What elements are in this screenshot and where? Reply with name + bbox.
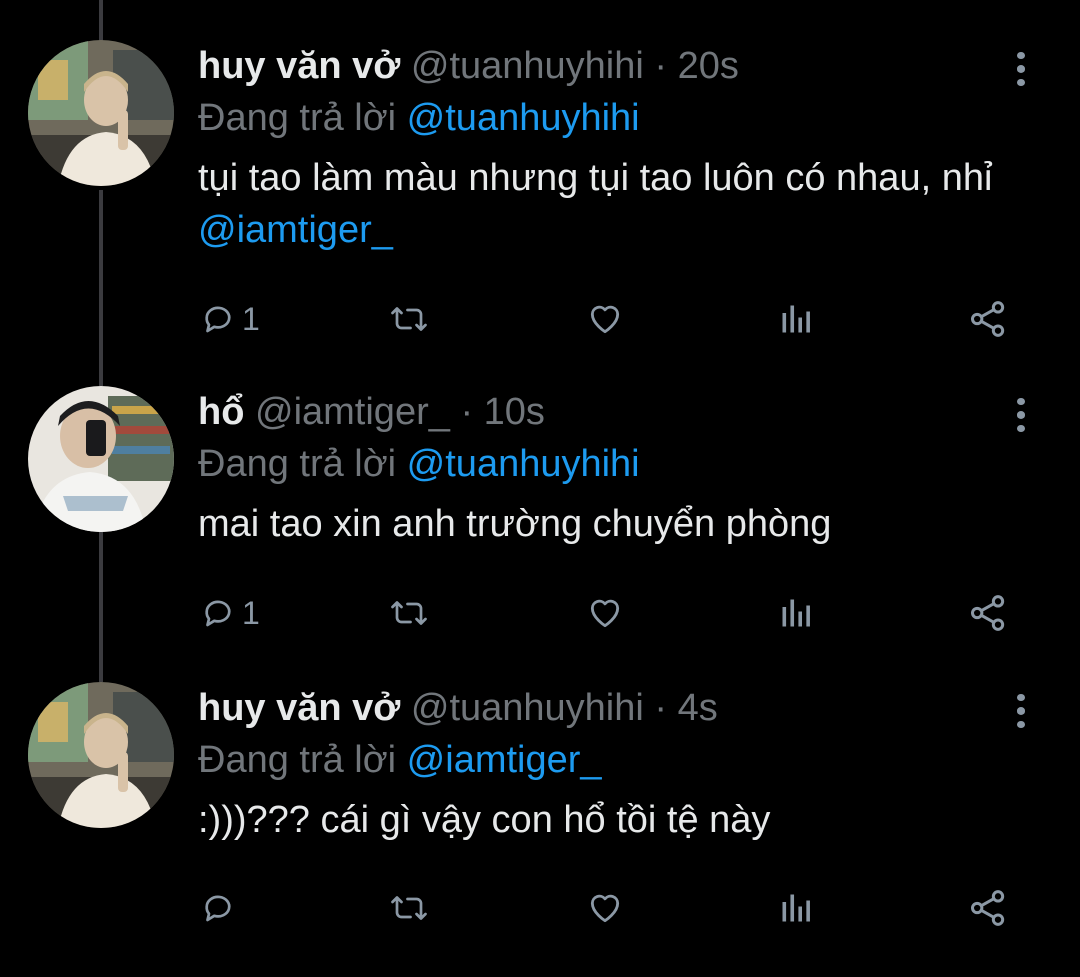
analytics-button[interactable]: [778, 883, 814, 933]
reply-icon: [205, 600, 231, 627]
tweet-text-body: mai tao xin anh trường chuyển phòng: [198, 503, 832, 545]
reply-icon: [205, 895, 231, 922]
display-name[interactable]: hổ: [198, 391, 244, 433]
reply-count: 1: [242, 594, 260, 631]
reply-prefix: Đang trả lời: [198, 443, 397, 485]
like-button[interactable]: [585, 883, 625, 933]
like-button[interactable]: [585, 588, 625, 638]
share-icon: [971, 595, 1005, 631]
timestamp[interactable]: · 20s: [654, 45, 738, 87]
retweet-icon: [391, 896, 427, 920]
reply-button[interactable]: [200, 883, 242, 933]
display-name[interactable]: huy văn vở: [198, 687, 400, 729]
timestamp[interactable]: · 4s: [654, 687, 717, 729]
tweet[interactable]: hổ @iamtiger_ · 10s Đang trả lời @tuanhu…: [0, 386, 1080, 681]
action-bar: 1: [0, 294, 1080, 344]
action-bar: [0, 883, 1080, 933]
reply-icon: [205, 306, 231, 333]
more-options-icon[interactable]: [1004, 694, 1038, 728]
retweet-button[interactable]: [387, 294, 431, 344]
tweet-header: huy văn vở @tuanhuyhihi · 20s: [198, 44, 990, 88]
more-options-icon[interactable]: [1004, 52, 1038, 86]
reply-to-mention[interactable]: @iamtiger_: [407, 739, 602, 781]
retweet-button[interactable]: [387, 588, 431, 638]
reply-context: Đang trả lời @iamtiger_: [198, 738, 602, 782]
reply-to-mention[interactable]: @tuanhuyhihi: [407, 443, 640, 485]
like-icon: [590, 305, 620, 334]
tweet-text-body: :)))??? cái gì vậy con hổ tồi tệ này: [198, 799, 771, 841]
tweet-text: tụi tao làm màu nhưng tụi tao luôn có nh…: [198, 152, 1048, 256]
analytics-button[interactable]: [778, 294, 814, 344]
share-button[interactable]: [968, 883, 1008, 933]
tweet-text: :)))??? cái gì vậy con hổ tồi tệ này: [198, 794, 1048, 846]
retweet-icon: [391, 601, 427, 625]
reply-context: Đang trả lời @tuanhuyhihi: [198, 442, 640, 486]
share-button[interactable]: [968, 294, 1008, 344]
like-button[interactable]: [585, 294, 625, 344]
reply-button[interactable]: 1: [200, 294, 260, 344]
share-button[interactable]: [968, 588, 1008, 638]
reply-count: 1: [242, 300, 260, 337]
like-icon: [590, 599, 620, 628]
tweet-text-mention[interactable]: @iamtiger_: [198, 209, 393, 251]
handle[interactable]: @iamtiger_: [255, 391, 450, 433]
share-icon: [971, 301, 1005, 337]
analytics-button[interactable]: [778, 588, 814, 638]
handle[interactable]: @tuanhuyhihi: [411, 45, 644, 87]
reply-prefix: Đang trả lời: [198, 739, 397, 781]
avatar[interactable]: [28, 386, 174, 532]
tweet-text-body: tụi tao làm màu nhưng tụi tao luôn có nh…: [198, 157, 993, 199]
tweet[interactable]: huy văn vở @tuanhuyhihi · 4s Đang trả lờ…: [0, 682, 1080, 977]
more-options-icon[interactable]: [1004, 398, 1038, 432]
action-bar: 1: [0, 588, 1080, 638]
analytics-icon: [782, 894, 810, 922]
retweet-icon: [391, 307, 427, 331]
analytics-icon: [782, 599, 810, 627]
avatar[interactable]: [28, 40, 174, 186]
handle[interactable]: @tuanhuyhihi: [411, 687, 644, 729]
reply-to-mention[interactable]: @tuanhuyhihi: [407, 97, 640, 139]
share-icon: [971, 890, 1005, 926]
reply-prefix: Đang trả lời: [198, 97, 397, 139]
tweet[interactable]: huy văn vở @tuanhuyhihi · 20s Đang trả l…: [0, 40, 1080, 337]
thread-line-top: [99, 0, 103, 44]
tweet-text: mai tao xin anh trường chuyển phòng: [198, 498, 1048, 550]
like-icon: [590, 894, 620, 923]
retweet-button[interactable]: [387, 883, 431, 933]
display-name[interactable]: huy văn vở: [198, 45, 400, 87]
tweet-header: hổ @iamtiger_ · 10s: [198, 390, 990, 434]
reply-button[interactable]: 1: [200, 588, 260, 638]
timestamp[interactable]: · 10s: [460, 391, 544, 433]
tweet-header: huy văn vở @tuanhuyhihi · 4s: [198, 686, 990, 730]
avatar[interactable]: [28, 682, 174, 828]
reply-context: Đang trả lời @tuanhuyhihi: [198, 96, 640, 140]
analytics-icon: [782, 305, 810, 333]
